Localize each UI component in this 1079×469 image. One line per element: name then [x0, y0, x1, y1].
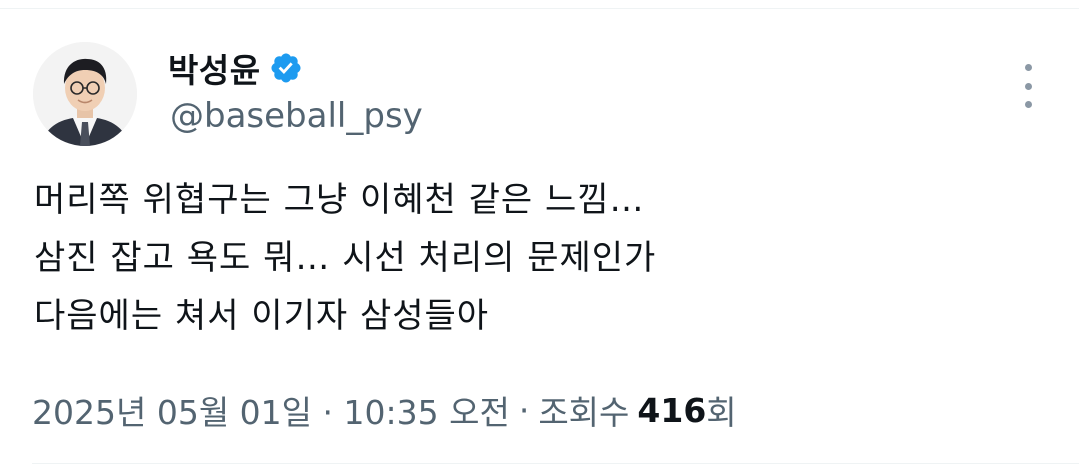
author-handle[interactable]: @baseball_psy	[170, 96, 423, 136]
tweet-text: 머리쪽 위협구는 그냥 이혜천 같은 느낌… 삼진 잡고 욕도 뭐… 시선 처리…	[34, 171, 1034, 345]
tweet-meta: 2025년 05월 01일 · 10:35 오전 · 조회수 416 회	[32, 386, 737, 434]
more-dot	[1024, 64, 1032, 71]
bottom-divider	[32, 463, 1079, 464]
tweet-text-line: 다음에는 쳐서 이기자 삼성들아	[34, 296, 490, 336]
verified-badge-icon[interactable]	[269, 50, 305, 86]
top-divider	[0, 8, 1079, 9]
avatar[interactable]	[33, 42, 137, 146]
author-display-name[interactable]: 박성윤	[168, 44, 261, 92]
more-options-icon[interactable]	[1012, 64, 1044, 108]
author-name-row: 박성윤	[168, 44, 305, 92]
tweet-text-line: 머리쪽 위협구는 그냥 이혜천 같은 느낌…	[34, 180, 645, 220]
tweet-timestamp[interactable]: 2025년 05월 01일 · 10:35 오전	[32, 386, 510, 434]
views-suffix: 회	[706, 393, 737, 432]
avatar-image	[33, 42, 137, 146]
views-count: 416	[637, 390, 707, 430]
views-label: 조회수	[538, 393, 630, 432]
more-dot	[1024, 82, 1032, 90]
tweet-text-line: 삼진 잡고 욕도 뭐… 시선 처리의 문제인가	[34, 238, 657, 278]
more-dot	[1024, 101, 1032, 108]
meta-separator: ·	[518, 390, 530, 430]
